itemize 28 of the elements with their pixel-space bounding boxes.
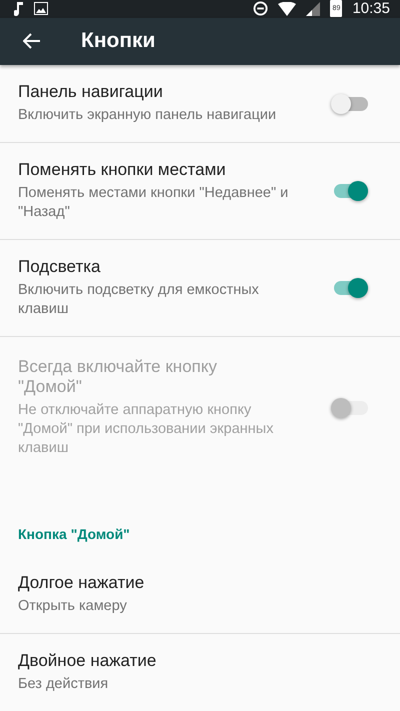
toggle-switch[interactable] bbox=[334, 96, 368, 110]
setting-title: Долгое нажатие bbox=[18, 573, 146, 593]
setting-summary: Не отключайте аппаратную кнопку "Домой" при использовании экранных клавиш bbox=[18, 401, 274, 458]
setting-row[interactable]: Долгое нажатие Открыть камеру bbox=[0, 556, 400, 634]
toggle-switch[interactable] bbox=[334, 281, 368, 295]
setting-title: Панель навигации bbox=[18, 82, 164, 102]
screen-title: Кнопки bbox=[81, 29, 156, 54]
setting-title: Подсветка bbox=[18, 257, 102, 277]
setting-title: Двойное нажатие bbox=[18, 651, 158, 671]
setting-row[interactable]: Подсветка Включить подсветку для емкостных клавиш bbox=[0, 240, 400, 337]
setting-summary: Открыть камеру bbox=[18, 597, 128, 616]
setting-row[interactable]: Панель навигации Включить экранную панель навигации bbox=[0, 65, 400, 143]
image-icon bbox=[34, 2, 48, 16]
do-not-disturb-icon bbox=[253, 1, 268, 16]
setting-summary: Без действия bbox=[18, 675, 110, 694]
setting-summary: Включить экранную панель навигации bbox=[18, 106, 278, 125]
clock: 10:35 bbox=[352, 0, 390, 18]
setting-row[interactable]: Поменять кнопки местами Поменять местами кнопки "Недавнее" и "Назад" bbox=[0, 143, 400, 240]
setting-row[interactable]: Двойное нажатие Без действия bbox=[0, 634, 400, 711]
setting-summary: Включить подсветку для емкостных клавиш bbox=[18, 281, 260, 319]
setting-title: Всегда включайте кнопку "Домой" bbox=[18, 357, 218, 397]
music-note-icon bbox=[14, 2, 24, 16]
setting-summary: Поменять местами кнопки "Недавнее" и "Назад" bbox=[18, 184, 290, 222]
section-header: Кнопка "Домой" bbox=[17, 525, 131, 544]
signal-icon bbox=[306, 2, 320, 16]
setting-title: Поменять кнопки местами bbox=[18, 160, 227, 180]
wifi-icon bbox=[278, 2, 296, 16]
toggle-switch[interactable] bbox=[334, 184, 368, 198]
